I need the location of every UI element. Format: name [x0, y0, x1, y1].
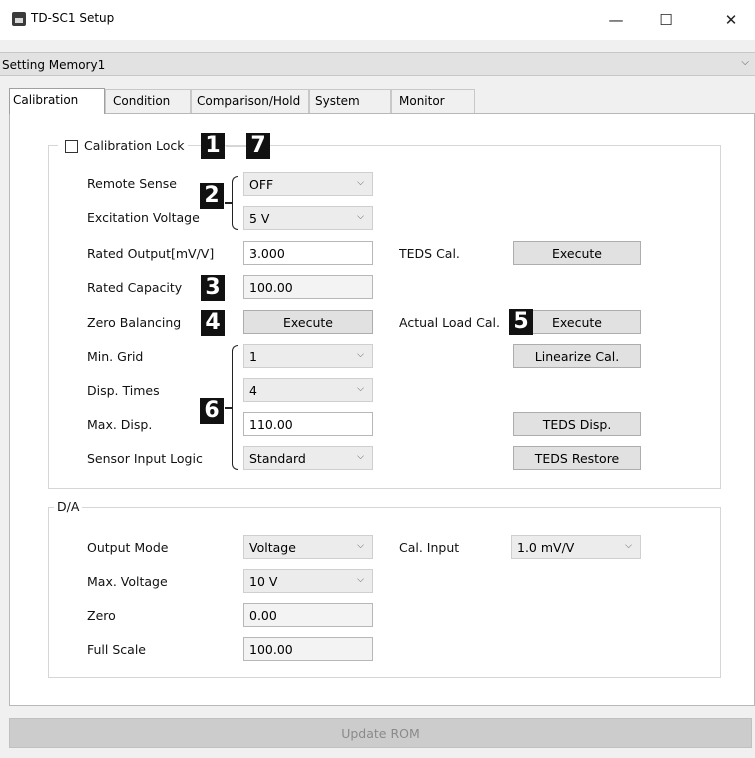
minimize-button[interactable]: —	[593, 8, 639, 32]
callout-badge-1: 1	[201, 133, 225, 159]
full-scale-input[interactable]: 100.00	[243, 637, 373, 661]
chevron-down-icon: ⌵	[357, 350, 364, 360]
linearize-cal-button[interactable]: Linearize Cal.	[513, 344, 641, 368]
callout-badge-2: 2	[200, 183, 224, 209]
tab-system[interactable]: System	[309, 89, 391, 113]
excitation-voltage-value: 5 V	[249, 211, 270, 226]
teds-cal-execute-button[interactable]: Execute	[513, 241, 641, 265]
rated-output-input[interactable]: 3.000	[243, 241, 373, 265]
teds-disp-button[interactable]: TEDS Disp.	[513, 412, 641, 436]
window-title: TD-SC1 Setup	[31, 11, 115, 25]
remote-sense-value: OFF	[249, 177, 274, 192]
zero-input[interactable]: 0.00	[243, 603, 373, 627]
max-voltage-label: Max. Voltage	[87, 574, 168, 589]
sensor-input-logic-label: Sensor Input Logic	[87, 451, 203, 466]
setting-memory-select[interactable]: Setting Memory1 ⌵	[0, 52, 755, 76]
cal-input-label: Cal. Input	[399, 540, 460, 555]
disp-times-value: 4	[249, 383, 257, 398]
output-mode-value: Voltage	[249, 540, 296, 555]
chevron-down-icon: ⌵	[741, 57, 749, 68]
full-scale-label: Full Scale	[87, 642, 146, 657]
tab-monitor[interactable]: Monitor	[391, 89, 475, 113]
remote-sense-select[interactable]: OFF ⌵	[243, 172, 373, 196]
output-mode-label: Output Mode	[87, 540, 169, 555]
remote-sense-label: Remote Sense	[87, 176, 177, 191]
setting-memory-value: Setting Memory1	[2, 58, 106, 72]
title-bar: TD-SC1 Setup — ☐ ✕	[0, 0, 755, 40]
zero-balancing-execute-button[interactable]: Execute	[243, 310, 373, 334]
chevron-down-icon: ⌵	[625, 541, 632, 551]
tab-comparison-hold[interactable]: Comparison/Hold	[191, 89, 309, 113]
sensor-input-logic-select[interactable]: Standard ⌵	[243, 446, 373, 470]
rated-capacity-label: Rated Capacity	[87, 280, 183, 295]
teds-cal-label: TEDS Cal.	[399, 246, 460, 261]
actual-load-cal-label: Actual Load Cal.	[399, 315, 500, 330]
max-disp-label: Max. Disp.	[87, 417, 153, 432]
teds-restore-button[interactable]: TEDS Restore	[513, 446, 641, 470]
callout-badge-3: 3	[201, 275, 225, 301]
max-disp-input[interactable]: 110.00	[243, 412, 373, 436]
rated-output-label: Rated Output[mV/V]	[87, 246, 215, 261]
da-groupbox	[48, 507, 721, 678]
chevron-down-icon: ⌵	[357, 575, 364, 585]
callout-badge-6: 6	[200, 398, 224, 424]
chevron-down-icon: ⌵	[357, 541, 364, 551]
sensor-input-logic-value: Standard	[249, 451, 306, 466]
da-group-label: D/A	[54, 499, 83, 514]
min-grid-label: Min. Grid	[87, 349, 144, 364]
cal-input-value: 1.0 mV/V	[517, 540, 575, 555]
callout-badge-4: 4	[201, 310, 225, 336]
update-rom-button[interactable]: Update ROM	[9, 718, 752, 748]
calibration-lock-checkbox[interactable]	[65, 140, 78, 153]
chevron-down-icon: ⌵	[357, 212, 364, 222]
zero-label: Zero	[87, 608, 116, 623]
max-voltage-select[interactable]: 10 V ⌵	[243, 569, 373, 593]
tab-condition[interactable]: Condition	[105, 89, 191, 113]
min-grid-value: 1	[249, 349, 257, 364]
zero-balancing-label: Zero Balancing	[87, 315, 182, 330]
callout-badge-5: 5	[509, 309, 533, 335]
calibration-lock-label: Calibration Lock	[84, 138, 185, 153]
min-grid-select[interactable]: 1 ⌵	[243, 344, 373, 368]
disp-times-label: Disp. Times	[87, 383, 160, 398]
output-mode-select[interactable]: Voltage ⌵	[243, 535, 373, 559]
tab-calibration[interactable]: Calibration	[9, 88, 105, 114]
chevron-down-icon: ⌵	[357, 178, 364, 188]
disp-times-select[interactable]: 4 ⌵	[243, 378, 373, 402]
cal-input-select[interactable]: 1.0 mV/V ⌵	[511, 535, 641, 559]
rated-capacity-input[interactable]: 100.00	[243, 275, 373, 299]
chevron-down-icon: ⌵	[357, 452, 364, 462]
app-icon	[12, 12, 26, 26]
close-button[interactable]: ✕	[708, 8, 754, 32]
maximize-button[interactable]: ☐	[643, 8, 689, 32]
excitation-voltage-select[interactable]: 5 V ⌵	[243, 206, 373, 230]
max-voltage-value: 10 V	[249, 574, 278, 589]
chevron-down-icon: ⌵	[357, 384, 364, 394]
excitation-voltage-label: Excitation Voltage	[87, 210, 200, 225]
callout-badge-7: 7	[246, 133, 270, 159]
